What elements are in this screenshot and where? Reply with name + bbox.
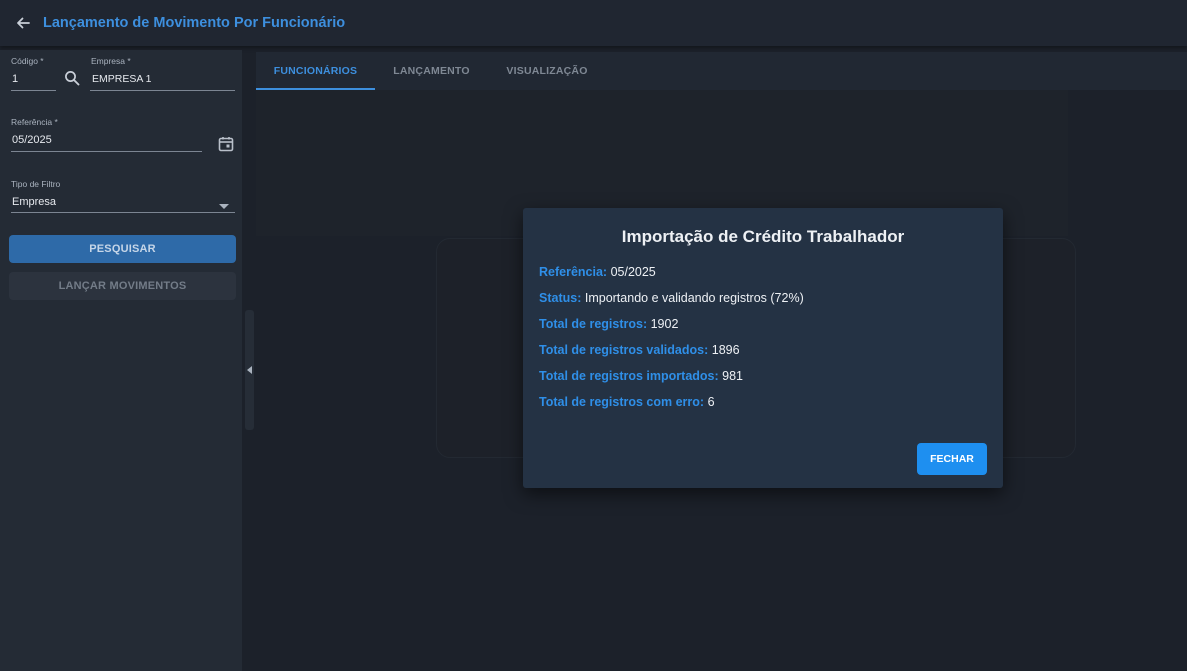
info-row-erro: Total de registros com erro: 6	[539, 395, 715, 409]
tab-bar: FUNCIONÁRIOS LANÇAMENTO VISUALIZAÇÃO	[256, 52, 1187, 90]
page-title: Lançamento de Movimento Por Funcionário	[43, 15, 346, 31]
referencia-underline	[11, 151, 202, 152]
arrow-left-icon[interactable]	[0, 0, 46, 46]
empresa-underline	[90, 90, 235, 91]
tab-lancamento[interactable]: LANÇAMENTO	[375, 52, 488, 90]
info-row-status: Status: Importando e validando registros…	[539, 291, 804, 305]
top-bar: Lançamento de Movimento Por Funcionário	[0, 0, 1187, 46]
dialog-title: Importação de Crédito Trabalhador	[621, 227, 905, 246]
info-key: Status:	[539, 291, 582, 305]
info-key: Total de registros com erro:	[539, 395, 705, 409]
info-value: Importando e validando registros (72%)	[584, 291, 804, 305]
import-status-dialog: Importação de Crédito Trabalhador Referê…	[523, 208, 1003, 488]
info-value: 981	[722, 369, 743, 383]
sidebar-collapse-handle[interactable]	[245, 310, 254, 430]
info-row-validados: Total de registros validados: 1896	[539, 343, 740, 357]
codigo-underline	[11, 90, 56, 91]
info-value: 05/2025	[610, 265, 656, 279]
info-key: Total de registros:	[539, 317, 648, 331]
tab-funcionarios[interactable]: FUNCIONÁRIOS	[256, 52, 375, 90]
lancar-movimentos-button: LANÇAR MOVIMENTOS	[9, 272, 236, 300]
info-key: Total de registros validados:	[539, 343, 709, 357]
tipo-filtro-label: Tipo de Filtro	[11, 179, 61, 189]
info-value: 1902	[650, 317, 679, 331]
fechar-button[interactable]: FECHAR	[917, 443, 987, 475]
info-row-importados: Total de registros importados: 981	[539, 369, 743, 383]
info-row-referencia: Referência: 05/2025	[539, 265, 656, 279]
search-icon[interactable]	[64, 70, 80, 86]
empresa-field[interactable]: EMPRESA 1	[92, 73, 152, 85]
info-row-total: Total de registros: 1902	[539, 317, 678, 331]
app-root: Lançamento de Movimento Por Funcionário …	[0, 0, 1187, 671]
referencia-field[interactable]: 05/2025	[12, 134, 52, 146]
info-key: Total de registros importados:	[539, 369, 719, 383]
filter-sidebar: Código * 1 Empresa * EMPRESA 1 Referênci…	[0, 50, 242, 671]
codigo-field[interactable]: 1	[12, 73, 18, 85]
tab-visualizacao[interactable]: VISUALIZAÇÃO	[488, 52, 606, 90]
empresa-label: Empresa *	[91, 56, 131, 66]
caret-down-icon[interactable]	[219, 197, 229, 209]
codigo-label: Código *	[11, 56, 44, 66]
calendar-icon[interactable]	[218, 136, 234, 152]
pesquisar-button[interactable]: PESQUISAR	[9, 235, 236, 263]
caret-left-icon	[246, 366, 252, 374]
info-value: 6	[707, 395, 715, 409]
tipo-filtro-select[interactable]: Empresa	[12, 196, 56, 208]
tipo-filtro-underline	[11, 212, 235, 213]
referencia-label: Referência *	[11, 117, 58, 127]
info-key: Referência:	[539, 265, 608, 279]
info-value: 1896	[711, 343, 740, 357]
